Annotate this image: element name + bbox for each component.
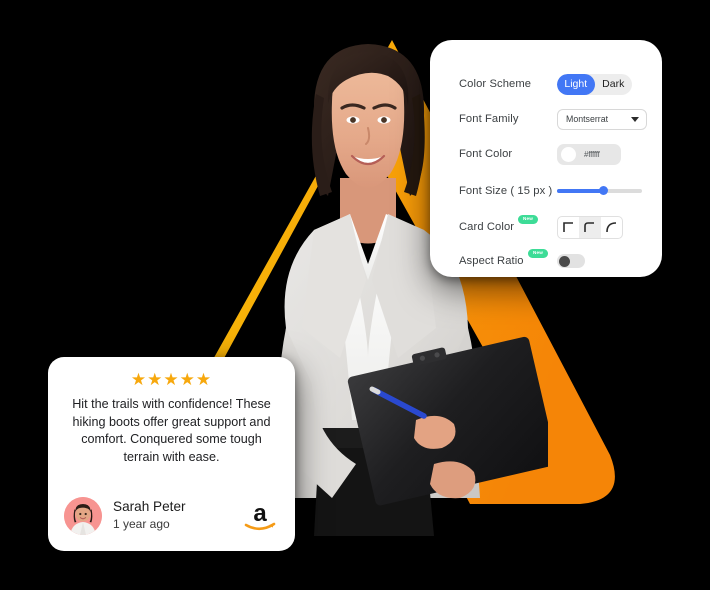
font-color-value: #ffffff — [584, 149, 600, 159]
slider-fill — [557, 189, 604, 193]
slider-thumb[interactable] — [599, 186, 609, 195]
new-badge-aspect-ratio: New — [528, 249, 549, 258]
color-swatch-icon — [561, 146, 576, 162]
avatar — [64, 497, 102, 535]
corner-small-rounded-icon[interactable] — [579, 216, 601, 238]
svg-text:a: a — [253, 500, 267, 527]
toggle-knob — [558, 255, 570, 267]
setting-row-font-color: Font Color #ffffff — [430, 137, 662, 171]
chevron-down-icon — [631, 116, 639, 122]
corner-large-rounded-icon[interactable] — [601, 217, 622, 238]
testimonial-card: ★★★★★ Hit the trails with confidence! Th… — [48, 357, 295, 551]
screenshot-canvas: Color Scheme Light Dark Font Family Mont… — [0, 0, 710, 590]
font-size-label: Font Size ( 15 px ) — [459, 185, 553, 197]
font-family-select[interactable]: Montserrat — [557, 108, 647, 130]
setting-row-aspect-ratio: Aspect Ratio New — [430, 244, 662, 278]
color-scheme-option-dark[interactable]: Dark — [595, 74, 633, 95]
new-badge-card-color: New — [518, 215, 539, 224]
settings-panel: Color Scheme Light Dark Font Family Mont… — [430, 40, 662, 277]
setting-row-color-scheme: Color Scheme Light Dark — [430, 67, 662, 101]
color-scheme-option-light[interactable]: Light — [557, 73, 595, 95]
card-color-label: Card Color — [459, 221, 515, 233]
font-family-value: Montserrat — [566, 114, 609, 124]
color-scheme-segmented-control[interactable]: Light Dark — [557, 73, 633, 95]
corner-sharp-icon[interactable] — [558, 217, 579, 238]
reviewer-meta: Sarah Peter 1 year ago — [113, 499, 241, 533]
color-scheme-label: Color Scheme — [459, 78, 532, 90]
review-text: Hit the trails with confidence! These hi… — [72, 397, 271, 464]
rating-stars: ★★★★★ — [130, 370, 213, 389]
font-size-slider[interactable] — [557, 184, 642, 198]
aspect-ratio-label: Aspect Ratio — [459, 255, 524, 267]
font-color-picker[interactable]: #ffffff — [557, 143, 621, 165]
setting-row-font-family: Font Family Montserrat — [430, 102, 662, 136]
review-time: 1 year ago — [113, 517, 170, 532]
reviewer-row: Sarah Peter 1 year ago a — [64, 497, 279, 535]
font-color-label: Font Color — [459, 148, 513, 160]
setting-row-card-color: Card Color New — [430, 210, 662, 244]
font-family-label: Font Family — [459, 113, 519, 125]
amazon-logo: a — [241, 499, 279, 533]
setting-row-font-size: Font Size ( 15 px ) — [430, 174, 662, 208]
card-corner-radius-group[interactable] — [557, 215, 623, 239]
aspect-ratio-toggle[interactable] — [557, 254, 585, 268]
reviewer-name: Sarah Peter — [113, 499, 186, 515]
